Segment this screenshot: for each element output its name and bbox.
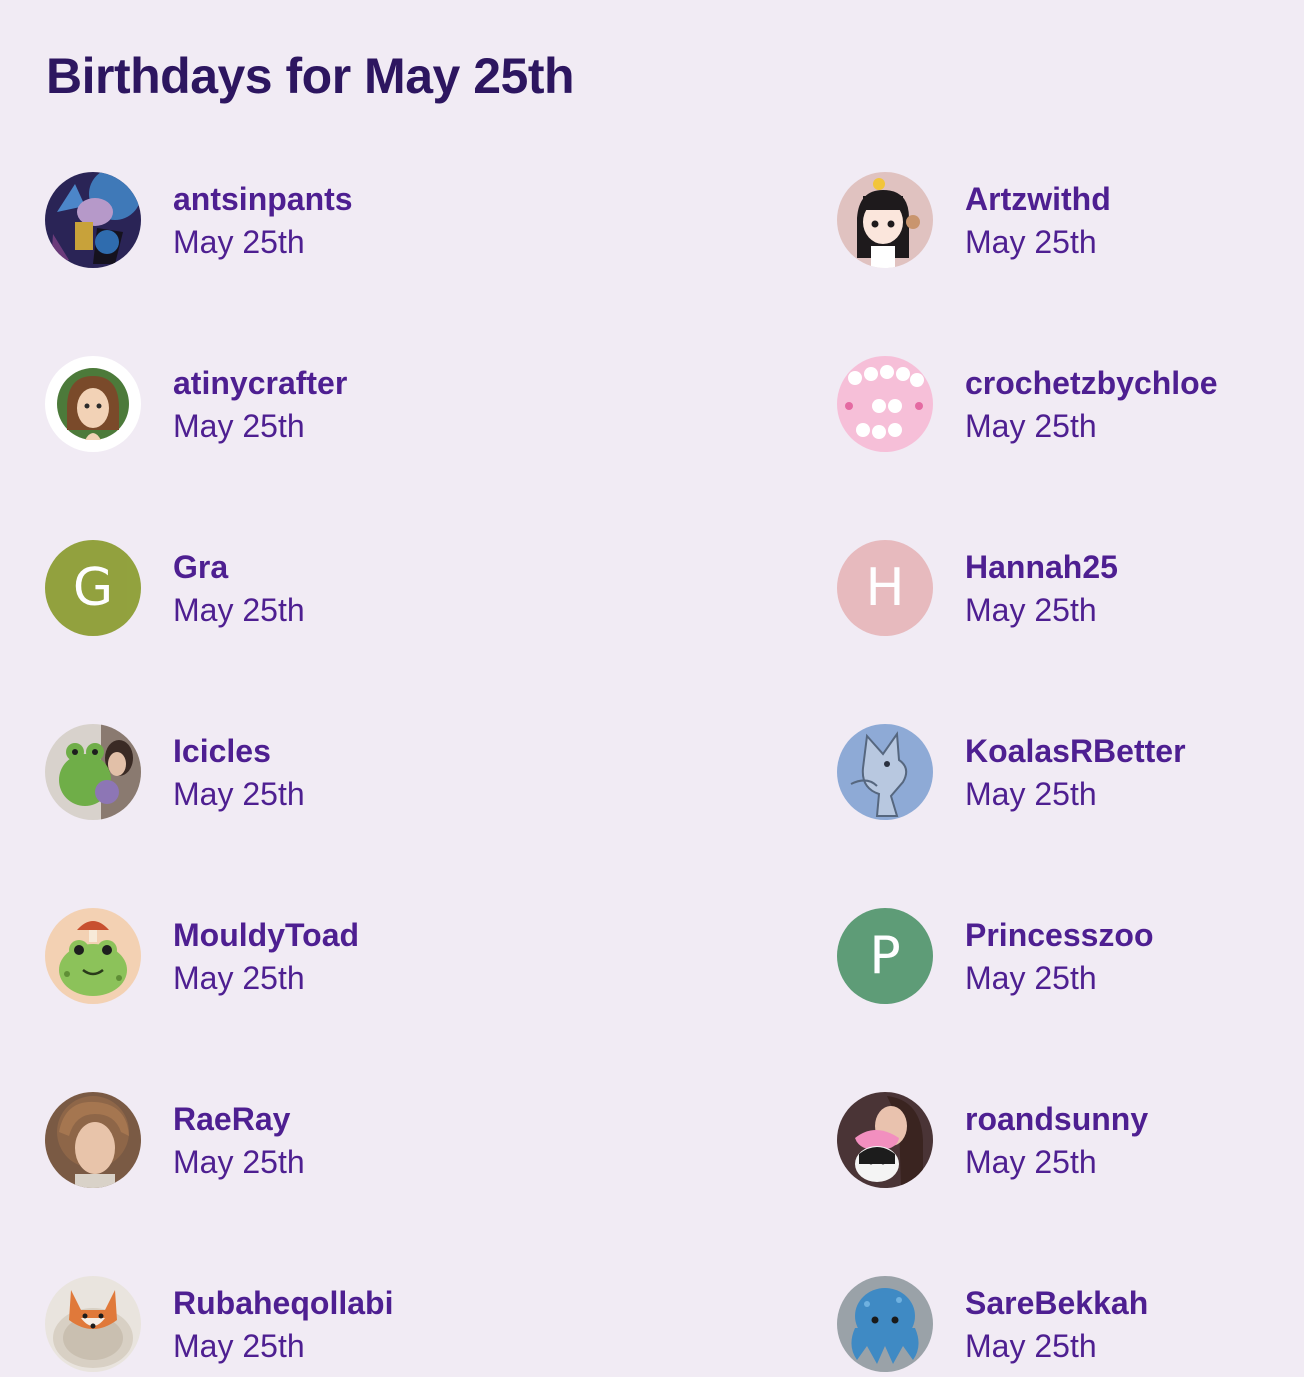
avatar-image [837,1276,933,1372]
avatar-image [837,356,933,452]
avatar[interactable] [837,1276,933,1372]
avatar-image [45,1276,141,1372]
username[interactable]: SareBekkah [965,1284,1148,1322]
avatar[interactable] [45,1092,141,1188]
avatar[interactable] [45,172,141,268]
avatar-image [837,1092,933,1188]
avatar[interactable] [45,356,141,452]
username[interactable]: RaeRay [173,1100,290,1138]
avatar[interactable] [45,1276,141,1372]
username[interactable]: Rubaheqollabi [173,1284,393,1322]
birthday-list: antsinpants May 25th Artzwithd May 25th [0,0,1304,1377]
username[interactable]: roandsunny [965,1100,1148,1138]
avatar[interactable] [837,724,933,820]
avatar-image [45,356,141,452]
birthday-date: May 25th [173,960,305,996]
avatar[interactable] [837,356,933,452]
avatar-image [45,908,141,1004]
birthday-entry-roandsunny[interactable]: roandsunny May 25th [837,1092,1297,1188]
avatar-image [837,172,933,268]
birthday-date: May 25th [965,408,1097,444]
birthday-date: May 25th [965,592,1097,628]
username[interactable]: Princesszoo [965,916,1154,954]
birthday-date: May 25th [965,776,1097,812]
birthday-entry-koalasrbetter[interactable]: KoalasRBetter May 25th [837,724,1297,820]
username[interactable]: Gra [173,548,228,586]
avatar-image [45,172,141,268]
avatar[interactable] [837,1092,933,1188]
avatar[interactable]: G [45,540,141,636]
avatar[interactable] [45,724,141,820]
birthday-entry-mouldytoad[interactable]: MouldyToad May 25th [45,908,505,1004]
birthday-entry-hannah25[interactable]: H Hannah25 May 25th [837,540,1297,636]
avatar-initial: G [45,540,141,636]
birthday-date: May 25th [173,1328,305,1364]
birthday-entry-crochetzbychloe[interactable]: crochetzbychloe May 25th [837,356,1297,452]
birthday-date: May 25th [965,224,1097,260]
birthday-date: May 25th [173,592,305,628]
birthday-entry-gra[interactable]: G Gra May 25th [45,540,505,636]
username[interactable]: crochetzbychloe [965,364,1218,402]
birthday-date: May 25th [965,1144,1097,1180]
avatar[interactable]: H [837,540,933,636]
birthday-entry-princesszoo[interactable]: P Princesszoo May 25th [837,908,1297,1004]
avatar-image [45,724,141,820]
birthday-entry-rubaheqollabi[interactable]: Rubaheqollabi May 25th [45,1276,505,1372]
birthday-date: May 25th [173,408,305,444]
username[interactable]: atinycrafter [173,364,347,402]
birthday-entry-icicles[interactable]: Icicles May 25th [45,724,505,820]
username[interactable]: Hannah25 [965,548,1118,586]
username[interactable]: MouldyToad [173,916,359,954]
avatar-initial: P [837,908,933,1004]
birthday-entry-raeray[interactable]: RaeRay May 25th [45,1092,505,1188]
username[interactable]: antsinpants [173,180,353,218]
birthday-date: May 25th [173,1144,305,1180]
avatar[interactable] [837,172,933,268]
avatar-image [837,724,933,820]
avatar[interactable] [45,908,141,1004]
birthday-date: May 25th [173,224,305,260]
birthday-entry-atinycrafter[interactable]: atinycrafter May 25th [45,356,505,452]
birthday-date: May 25th [173,776,305,812]
username[interactable]: Icicles [173,732,271,770]
avatar[interactable]: P [837,908,933,1004]
username[interactable]: Artzwithd [965,180,1111,218]
birthday-entry-antsinpants[interactable]: antsinpants May 25th [45,172,505,268]
birthday-entry-artzwithd[interactable]: Artzwithd May 25th [837,172,1297,268]
avatar-image [45,1092,141,1188]
username[interactable]: KoalasRBetter [965,732,1186,770]
avatar-initial: H [837,540,933,636]
birthday-date: May 25th [965,1328,1097,1364]
birthday-date: May 25th [965,960,1097,996]
birthday-entry-sarebekkah[interactable]: SareBekkah May 25th [837,1276,1297,1372]
